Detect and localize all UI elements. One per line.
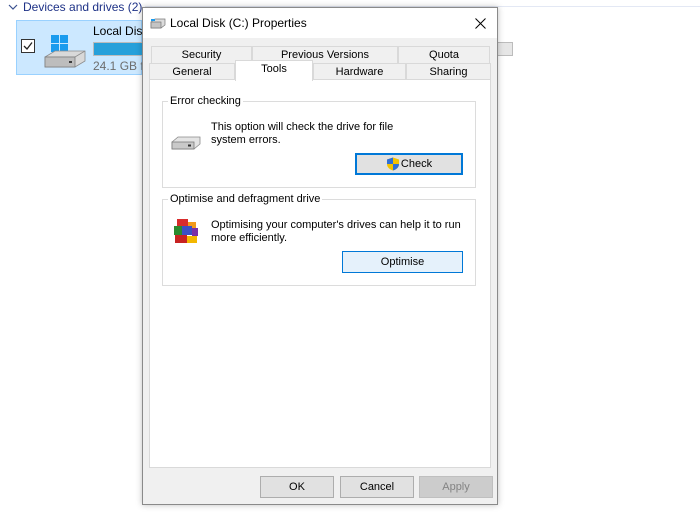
section-title: Devices and drives (2) xyxy=(23,0,143,14)
tab-hardware[interactable]: Hardware xyxy=(313,63,406,80)
drive-name: Local Disk xyxy=(93,24,149,38)
drive-free-space: 24.1 GB fr xyxy=(93,59,148,73)
properties-dialog: Local Disk (C:) Properties Security Prev… xyxy=(142,7,498,505)
tab-quota[interactable]: Quota xyxy=(398,46,490,63)
defragment-icon xyxy=(174,219,198,243)
optimise-title: Optimise and defragment drive xyxy=(168,193,323,205)
optimise-button[interactable]: Optimise xyxy=(342,251,463,273)
close-button[interactable] xyxy=(463,8,497,38)
tab-general[interactable]: General xyxy=(149,63,235,80)
windows-drive-icon xyxy=(44,35,86,68)
error-checking-description: This option will check the drive for fil… xyxy=(211,121,394,146)
check-button[interactable]: Check xyxy=(355,153,463,175)
chevron-down-icon xyxy=(8,4,18,10)
close-icon xyxy=(474,17,486,29)
drive-tile-local-disk[interactable]: Local Disk 24.1 GB fr xyxy=(16,20,513,75)
hard-drive-icon xyxy=(171,136,201,150)
error-checking-group: Error checking This option will check th… xyxy=(162,95,476,188)
optimise-description: Optimising your computer's drives can he… xyxy=(211,219,461,244)
tab-sharing[interactable]: Sharing xyxy=(406,63,491,80)
error-checking-title: Error checking xyxy=(168,95,243,107)
tools-tab-panel: Error checking This option will check th… xyxy=(149,79,491,468)
cancel-button[interactable]: Cancel xyxy=(340,476,414,498)
checkmark-icon xyxy=(23,42,33,50)
tab-tools[interactable]: Tools xyxy=(235,60,313,81)
devices-section-header[interactable]: Devices and drives (2) xyxy=(8,0,142,14)
drive-icon xyxy=(150,18,166,29)
optimise-group: Optimise and defragment drive Optimising… xyxy=(162,193,476,286)
uac-shield-icon xyxy=(386,157,399,171)
apply-button[interactable]: Apply xyxy=(419,476,493,498)
drive-checkbox[interactable] xyxy=(21,39,35,53)
check-button-label: Check xyxy=(400,158,433,170)
dialog-titlebar[interactable]: Local Disk (C:) Properties xyxy=(143,8,497,38)
ok-button[interactable]: OK xyxy=(260,476,334,498)
dialog-title: Local Disk (C:) Properties xyxy=(170,16,307,30)
